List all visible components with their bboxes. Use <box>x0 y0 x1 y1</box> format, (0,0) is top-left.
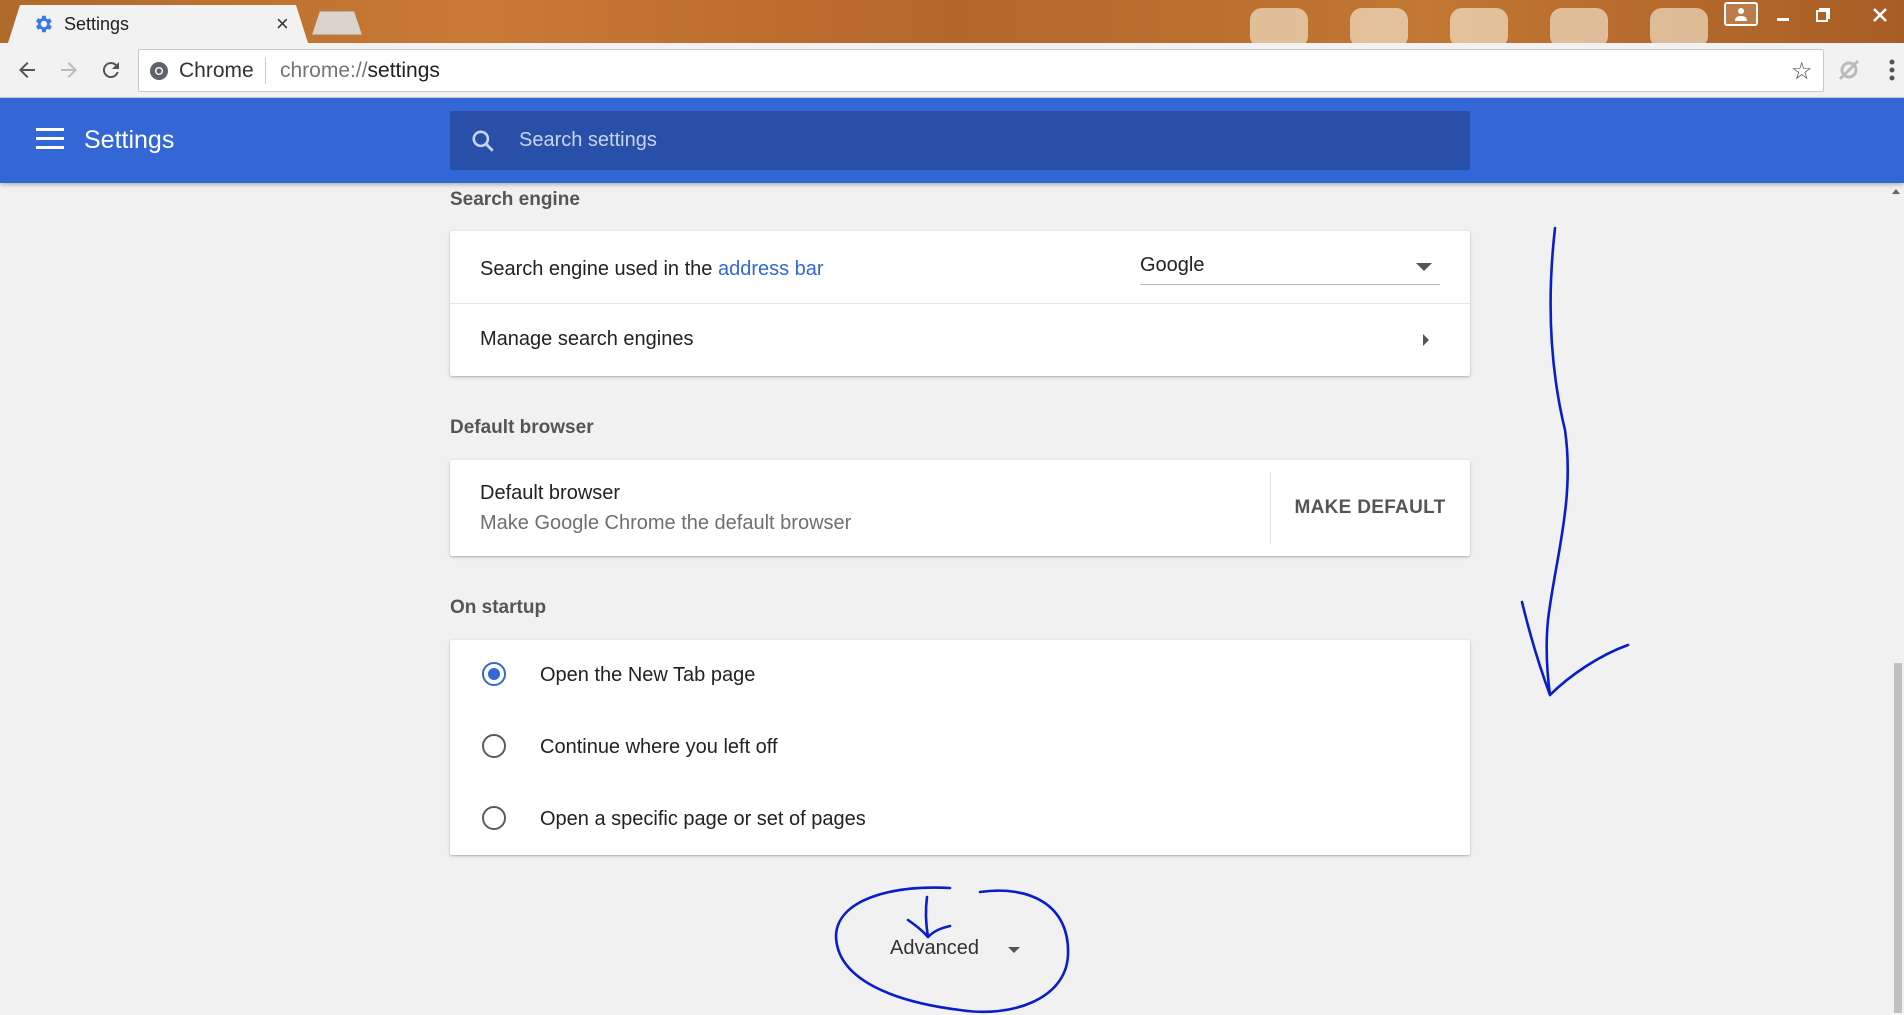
radio-specific-pages[interactable] <box>482 806 506 830</box>
page-scrollbar[interactable] <box>1890 183 1904 1015</box>
dropdown-caret-icon <box>1416 263 1432 271</box>
search-engine-label-text: Search engine used in the <box>480 258 718 280</box>
section-title-on-startup: On startup <box>450 597 547 618</box>
hamburger-menu-icon[interactable] <box>36 128 64 152</box>
minimize-icon[interactable] <box>1766 0 1800 30</box>
browser-toolbar: Chrome chrome://settings ☆ <box>0 43 1904 98</box>
window-titlebar: Settings × <box>0 0 1904 43</box>
default-browser-card: Default browser Make Google Chrome the d… <box>450 460 1470 556</box>
bookmark-star-icon[interactable]: ☆ <box>1791 57 1813 86</box>
scrollbar-thumb[interactable] <box>1894 663 1902 1013</box>
radio-label-continue[interactable]: Continue where you left off <box>540 736 778 759</box>
close-tab-icon[interactable]: × <box>276 11 289 37</box>
close-window-icon[interactable] <box>1860 0 1900 30</box>
default-browser-title: Default browser <box>480 482 621 504</box>
page-title: Settings <box>84 126 175 154</box>
url-text[interactable]: chrome://settings <box>280 59 440 83</box>
advanced-label: Advanced <box>890 937 979 959</box>
chrome-logo-icon <box>150 62 168 80</box>
dropdown-caret-icon <box>1008 947 1020 953</box>
wallpaper-decoration <box>1650 8 1708 43</box>
extension-icon[interactable] <box>1834 55 1864 85</box>
scroll-up-arrow-icon[interactable] <box>1892 189 1900 194</box>
make-default-button[interactable]: MAKE DEFAULT <box>1270 460 1470 556</box>
restore-icon[interactable] <box>1806 0 1840 30</box>
reload-icon[interactable] <box>96 55 126 85</box>
wallpaper-decoration <box>1550 8 1608 43</box>
radio-label-new-tab-page[interactable]: Open the New Tab page <box>540 664 755 687</box>
advanced-toggle-button[interactable]: Advanced <box>870 928 1045 968</box>
radio-new-tab-page[interactable] <box>482 662 506 686</box>
tab-title: Settings <box>64 14 130 34</box>
search-engine-card: Search engine used in the address bar Go… <box>450 231 1470 376</box>
back-icon[interactable] <box>12 55 42 85</box>
chevron-right-icon <box>1423 334 1429 346</box>
section-title-search-engine: Search engine <box>450 189 580 210</box>
search-engine-row-label: Search engine used in the address bar <box>480 258 824 281</box>
settings-header: Settings Search settings <box>0 98 1904 183</box>
on-startup-card: Open the New Tab page Continue where you… <box>450 640 1470 855</box>
section-title-default-browser: Default browser <box>450 417 594 438</box>
search-engine-select[interactable]: Google <box>1140 251 1440 285</box>
url-scheme: chrome:// <box>280 59 368 82</box>
search-icon <box>472 130 494 152</box>
wallpaper-decoration <box>1350 8 1408 43</box>
url-path: settings <box>367 59 440 82</box>
radio-label-specific-pages[interactable]: Open a specific page or set of pages <box>540 808 866 831</box>
gear-icon <box>36 15 52 33</box>
search-settings-input[interactable]: Search settings <box>450 111 1470 170</box>
new-tab-button[interactable] <box>312 11 362 35</box>
wallpaper-decoration <box>1450 8 1508 43</box>
profile-icon[interactable] <box>1724 2 1758 26</box>
manage-search-engines-label: Manage search engines <box>480 328 694 350</box>
search-placeholder: Search settings <box>519 129 657 151</box>
address-bar[interactable]: Chrome chrome://settings ☆ <box>138 49 1824 92</box>
manage-search-engines-row[interactable]: Manage search engines <box>450 304 1470 376</box>
search-engine-selected-value: Google <box>1140 254 1205 276</box>
default-browser-subtitle: Make Google Chrome the default browser <box>480 512 852 534</box>
radio-continue-where-left-off[interactable] <box>482 734 506 758</box>
wallpaper-decoration <box>1250 8 1308 43</box>
browser-tab-settings[interactable]: Settings × <box>8 5 308 43</box>
omnibox-chip-label: Chrome <box>179 59 254 82</box>
address-bar-link[interactable]: address bar <box>718 258 824 280</box>
settings-content: Search engine Search engine used in the … <box>0 183 1904 1015</box>
forward-icon[interactable] <box>54 55 84 85</box>
omnibox-divider <box>265 58 266 84</box>
more-menu-icon[interactable] <box>1882 55 1902 85</box>
